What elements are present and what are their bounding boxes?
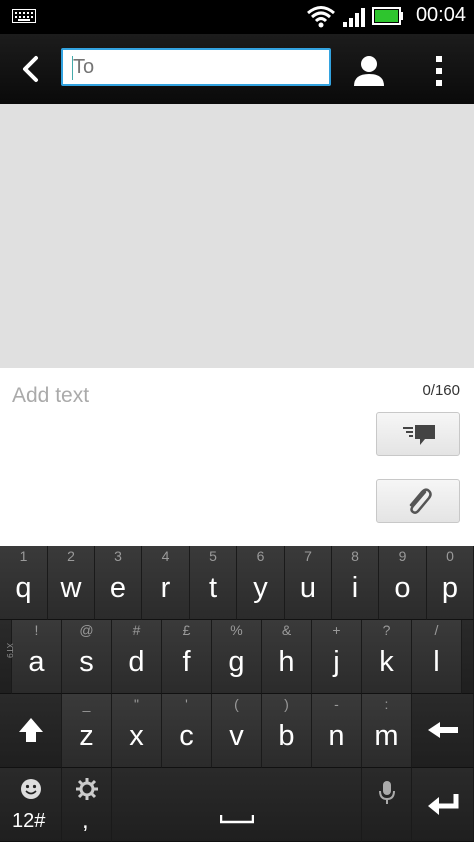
- attach-button[interactable]: [376, 479, 460, 523]
- character-counter: 0/160: [422, 382, 460, 399]
- settings-gear-icon: [76, 778, 98, 800]
- settings-comma-key[interactable]: ,: [62, 768, 112, 842]
- key-o[interactable]: 9o: [379, 546, 427, 620]
- space-bar-icon: [220, 815, 254, 824]
- space-key[interactable]: [112, 768, 362, 842]
- emoji-icon: [21, 779, 41, 799]
- key-e[interactable]: 3e: [95, 546, 142, 620]
- key-r[interactable]: 4r: [142, 546, 190, 620]
- backspace-key[interactable]: [412, 694, 474, 768]
- key-spacer-right: [462, 620, 474, 694]
- key-p[interactable]: 0p: [427, 546, 474, 620]
- key-s[interactable]: @ s: [62, 620, 112, 694]
- comma-label: ,: [82, 807, 89, 834]
- key-l[interactable]: / l: [412, 620, 462, 694]
- key-q[interactable]: 1q: [0, 546, 48, 620]
- key-i[interactable]: 8i: [332, 546, 379, 620]
- key-w[interactable]: 2w: [48, 546, 95, 620]
- key-u[interactable]: 7u: [285, 546, 332, 620]
- keyboard: 1q 2w 3e 4r 5t 6y 7u 8i 9o 0p ! a @ s # d £…: [0, 546, 474, 842]
- key-v[interactable]: (v: [212, 694, 262, 768]
- keyboard-icon: [12, 9, 36, 23]
- signal-icon: [343, 8, 365, 27]
- status-bar: 00:04: [0, 0, 474, 34]
- key-y[interactable]: 6y: [237, 546, 285, 620]
- key-h[interactable]: & h: [262, 620, 312, 694]
- message-input[interactable]: Add text: [12, 384, 352, 424]
- enter-key[interactable]: [412, 768, 474, 842]
- send-icon: [403, 425, 435, 445]
- key-t[interactable]: 5t: [190, 546, 237, 620]
- key-k[interactable]: ? k: [362, 620, 412, 694]
- xt9-label: XT9: [5, 642, 15, 659]
- overflow-menu-icon[interactable]: [424, 52, 454, 90]
- key-x[interactable]: " x: [112, 694, 162, 768]
- voice-key[interactable]: [362, 768, 412, 842]
- shift-icon: [19, 718, 43, 742]
- key-g[interactable]: % g: [212, 620, 262, 694]
- key-m[interactable]: :m: [362, 694, 412, 768]
- key-z[interactable]: _ z: [62, 694, 112, 768]
- wifi-icon: [307, 6, 335, 28]
- text-caret: [72, 56, 73, 80]
- back-arrow-icon[interactable]: [12, 50, 50, 88]
- key-a[interactable]: ! a: [12, 620, 62, 694]
- action-bar: [0, 34, 474, 104]
- contact-icon[interactable]: [350, 52, 388, 90]
- battery-icon: [372, 7, 403, 25]
- symbols-label: 12#: [12, 810, 46, 832]
- enter-icon: [428, 794, 459, 815]
- shift-key[interactable]: [0, 694, 62, 768]
- paperclip-icon: [409, 488, 432, 514]
- key-d[interactable]: # d: [112, 620, 162, 694]
- recipient-input[interactable]: [61, 48, 331, 86]
- compose-area: Add text 0/160: [0, 368, 474, 546]
- clock: 00:04: [415, 4, 466, 26]
- key-b[interactable]: ) b: [262, 694, 312, 768]
- backspace-icon: [428, 722, 458, 738]
- send-button[interactable]: [376, 412, 460, 456]
- symbols-key[interactable]: 12#: [0, 768, 62, 842]
- key-n[interactable]: -n: [312, 694, 362, 768]
- key-c[interactable]: ' c: [162, 694, 212, 768]
- microphone-icon: [379, 781, 395, 804]
- conversation-area: [0, 104, 474, 368]
- key-j[interactable]: + j: [312, 620, 362, 694]
- key-f[interactable]: £ f: [162, 620, 212, 694]
